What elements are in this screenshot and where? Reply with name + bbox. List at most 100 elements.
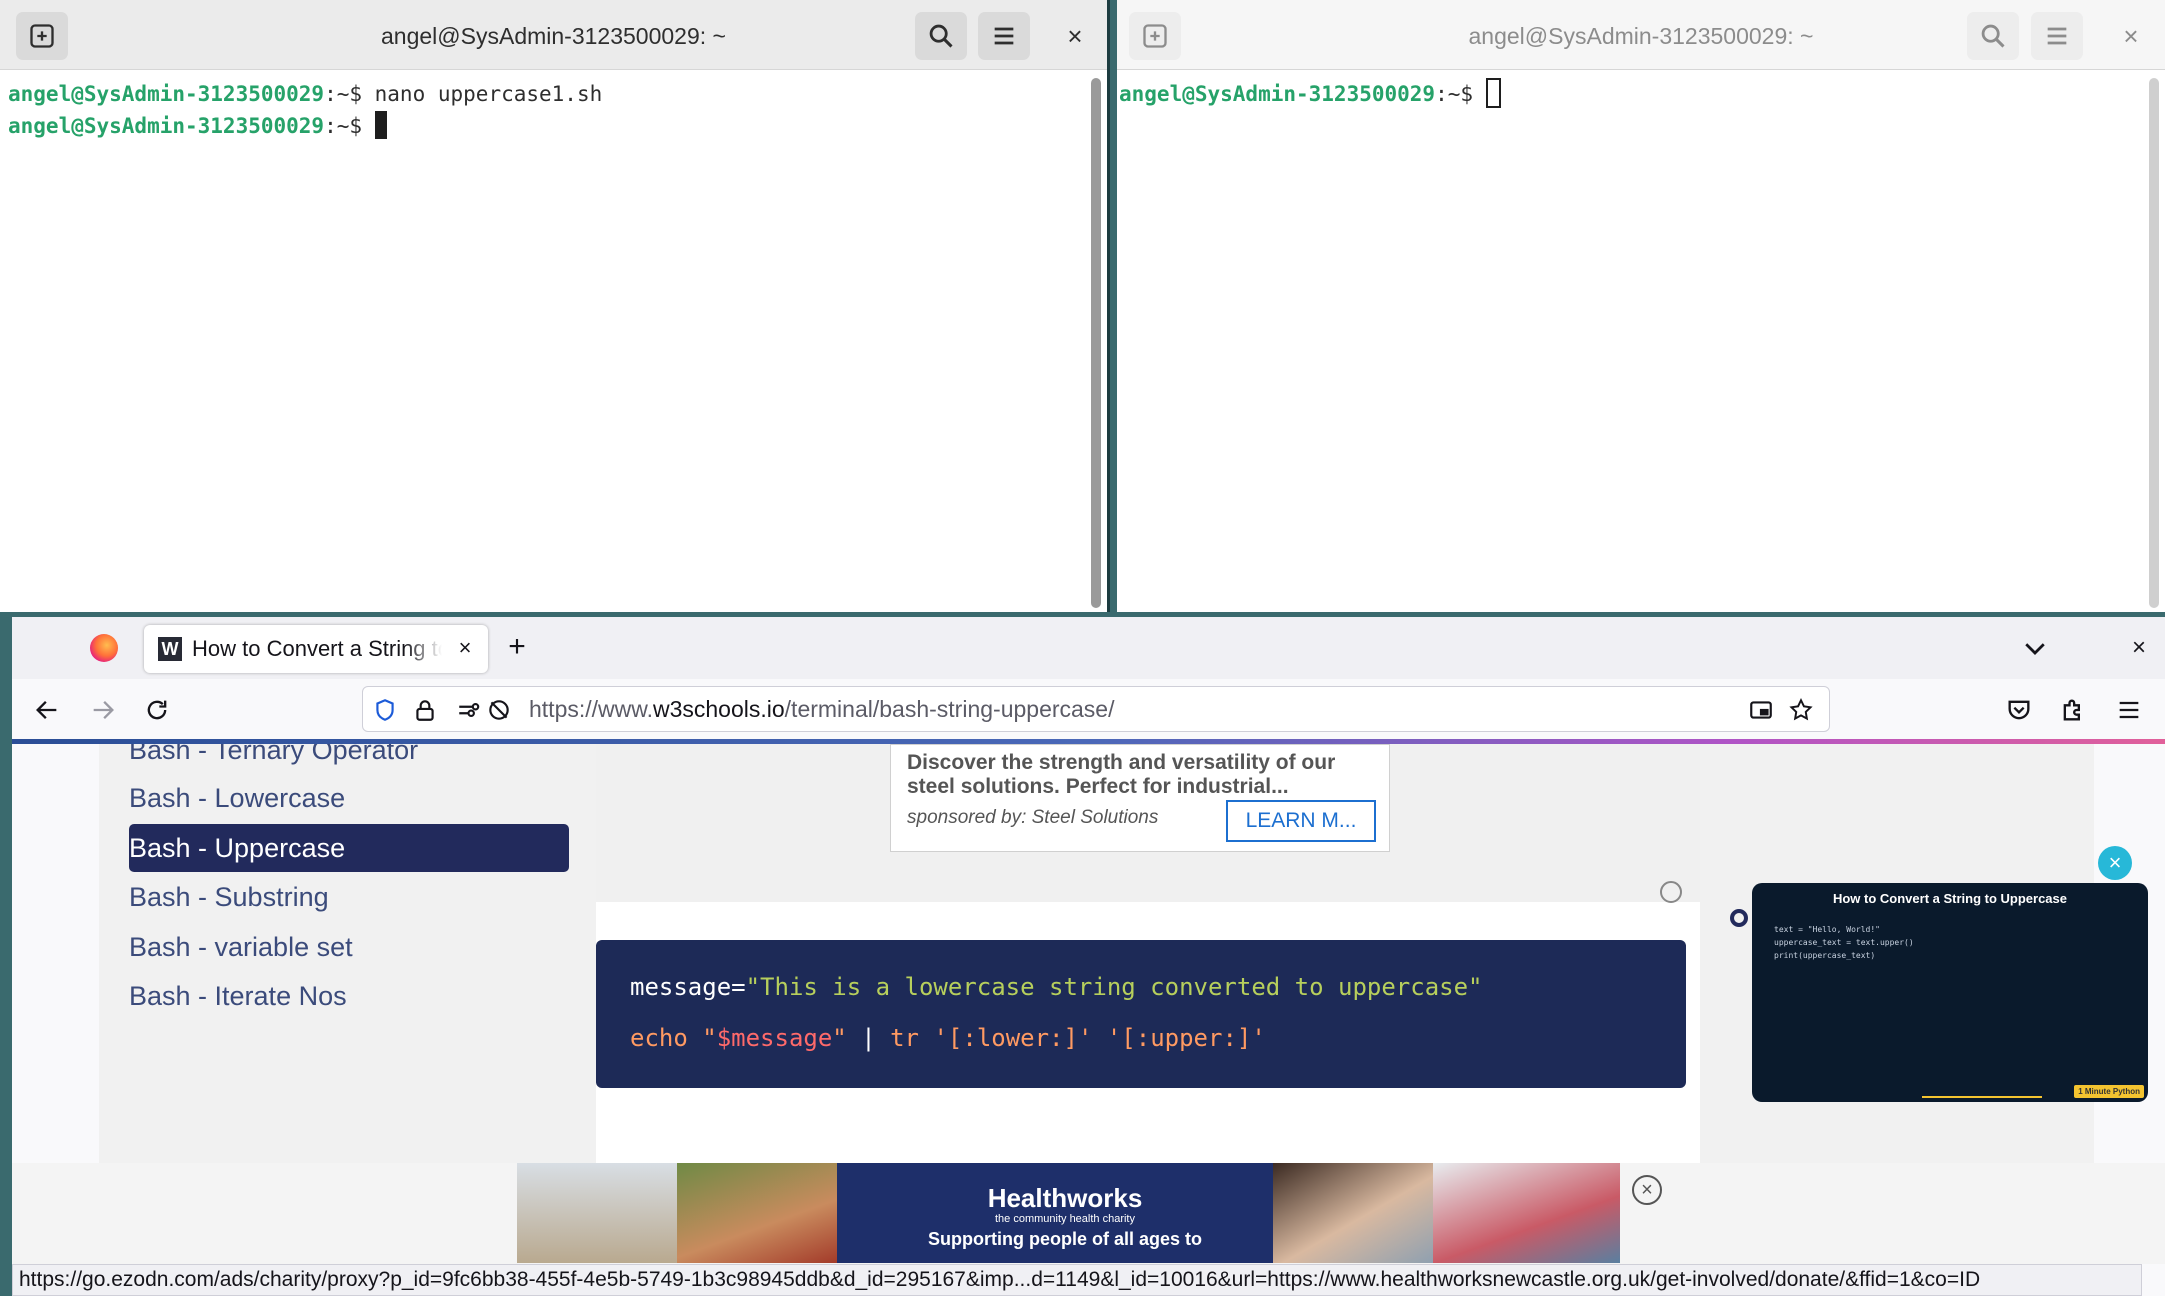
terminal-window-left[interactable]: angel@SysAdmin-3123500029: ~ × angel@Sys… xyxy=(0,0,1110,612)
pocket-button[interactable] xyxy=(2002,693,2036,727)
prompt-suffix: :~$ xyxy=(1435,82,1486,106)
sidebar-item-substring[interactable]: Bash - Substring xyxy=(129,873,569,921)
banner-photo xyxy=(677,1163,837,1263)
terminal-line: angel@SysAdmin-3123500029:~$ xyxy=(8,110,1099,142)
video-badge: 1 Minute Python xyxy=(2074,1085,2144,1098)
tab-active[interactable]: W How to Convert a String to Uppercase × xyxy=(144,625,488,673)
terminal-output[interactable]: angel@SysAdmin-3123500029:~$ xyxy=(1117,71,2165,612)
scrollbar[interactable] xyxy=(1091,78,1101,608)
ad-choices-icon[interactable] xyxy=(1660,881,1682,903)
url-host: w3schools.io xyxy=(652,696,785,722)
search-icon xyxy=(1981,24,2005,48)
sidebar-item-iterate-nos[interactable]: Bash - Iterate Nos xyxy=(129,972,569,1020)
url-prefix: https://www. xyxy=(529,696,653,722)
arrow-right-icon xyxy=(93,701,114,719)
new-tab-icon xyxy=(30,24,54,48)
lock-icon[interactable] xyxy=(411,696,439,724)
firefox-logo-icon[interactable] xyxy=(90,634,118,662)
terminal-window-right[interactable]: angel@SysAdmin-3123500029: ~ × angel@Sys… xyxy=(1117,0,2165,612)
banner-subtitle: the community health charity xyxy=(994,1213,1135,1225)
hamburger-menu-icon xyxy=(994,27,1014,45)
sidebar-item-uppercase[interactable]: Bash - Uppercase xyxy=(129,824,569,872)
url-path: /terminal/bash-string-uppercase/ xyxy=(784,696,1115,722)
permissions-icon[interactable] xyxy=(455,696,483,724)
banner-brand: Healthworks xyxy=(987,1183,1143,1213)
video-title: How to Convert a String to Uppercase xyxy=(1832,891,2068,906)
reload-button[interactable] xyxy=(140,693,174,727)
ad-learn-more-button[interactable]: LEARN M... xyxy=(1226,800,1376,842)
window-close-button[interactable]: × xyxy=(2122,631,2156,665)
banner-photo xyxy=(1273,1163,1433,1263)
close-button[interactable]: × xyxy=(1057,18,1093,54)
terminal-titlebar[interactable]: angel@SysAdmin-3123500029: ~ × xyxy=(0,0,1107,70)
scrollbar[interactable] xyxy=(2149,78,2159,608)
menu-button[interactable] xyxy=(2031,12,2083,60)
new-tab-button[interactable]: + xyxy=(500,631,534,665)
tab-title: How to Convert a String to Uppercase xyxy=(192,636,442,661)
sidebar-item-lowercase[interactable]: Bash - Lowercase xyxy=(129,774,569,822)
prompt-user: angel@SysAdmin-3123500029 xyxy=(1119,82,1436,106)
banner-text: Supporting people of all ages to xyxy=(927,1229,1202,1249)
arrow-left-icon xyxy=(36,701,57,719)
ad-footer-strip xyxy=(596,858,1700,902)
sponsored-ad[interactable]: Discover the strength and versatility of… xyxy=(890,744,1390,852)
search-button[interactable] xyxy=(1967,12,2019,60)
back-button[interactable] xyxy=(30,693,64,727)
code-block[interactable]: message="This is a lowercase string conv… xyxy=(596,940,1686,1088)
bottom-banner-ad: Healthworks the community health charity… xyxy=(12,1163,2165,1264)
code-line-1: message="This is a lowercase string conv… xyxy=(630,973,1483,1001)
healthworks-banner[interactable]: Healthworks the community health charity… xyxy=(517,1163,1620,1263)
video-progress-bar[interactable] xyxy=(1922,1096,2042,1098)
tracking-protection-icon[interactable] xyxy=(485,696,513,724)
browser-window[interactable]: W How to Convert a String to Uppercase ×… xyxy=(12,617,2165,1296)
menu-button[interactable] xyxy=(978,12,1030,60)
terminal-line: angel@SysAdmin-3123500029:~$ nano upperc… xyxy=(8,78,1099,110)
video-drag-handle[interactable] xyxy=(1730,909,1748,927)
w3schools-favicon-icon: W xyxy=(158,637,182,661)
new-tab-icon xyxy=(1143,24,1167,48)
banner-close-button[interactable]: × xyxy=(1632,1175,1662,1205)
hamburger-menu-icon xyxy=(2047,27,2067,45)
video-close-button[interactable]: × xyxy=(2098,846,2132,880)
forward-button[interactable] xyxy=(86,693,120,727)
prompt-suffix: :~$ xyxy=(324,114,375,138)
ad-sponsor: sponsored by: Steel Solutions xyxy=(907,807,1159,828)
ad-description: Discover the strength and versatility of… xyxy=(907,751,1336,798)
sidebar-item-ternary[interactable]: Bash - Ternary Operator xyxy=(129,744,569,774)
extensions-button[interactable] xyxy=(2056,693,2090,727)
pocket-icon xyxy=(2008,700,2030,720)
search-icon xyxy=(929,24,953,48)
floating-video-player[interactable]: How to Convert a String to Uppercase tex… xyxy=(1752,883,2148,1102)
navigation-toolbar: https://www.w3schools.io/terminal/bash-s… xyxy=(12,679,2165,739)
link-status-bar: https://go.ezodn.com/ads/charity/proxy?p… xyxy=(12,1264,2142,1296)
text-cursor xyxy=(374,111,387,139)
terminal-output[interactable]: angel@SysAdmin-3123500029 :~$ nano upperc… xyxy=(0,71,1107,612)
picture-in-picture-icon[interactable] xyxy=(1747,696,1775,724)
command-text: :~$ nano uppercase1.sh xyxy=(324,82,603,106)
terminal-line: angel@SysAdmin-3123500029:~$ xyxy=(1119,78,2157,110)
tab-bar: W How to Convert a String to Uppercase ×… xyxy=(12,617,2165,679)
prompt-user: angel@SysAdmin-3123500029 xyxy=(8,114,325,138)
text-cursor xyxy=(1485,78,1501,108)
url-text[interactable]: https://www.w3schools.io/terminal/bash-s… xyxy=(529,687,1115,731)
bookmark-star-icon[interactable] xyxy=(1787,696,1815,724)
url-bar[interactable]: https://www.w3schools.io/terminal/bash-s… xyxy=(362,686,1830,732)
web-page[interactable]: Bash - Ternary Operator Bash - Lowercase… xyxy=(12,744,2165,1264)
shield-icon[interactable] xyxy=(371,696,399,724)
new-tab-button[interactable] xyxy=(1129,12,1181,60)
app-menu-button[interactable] xyxy=(2112,693,2146,727)
banner-photo xyxy=(517,1163,677,1263)
new-tab-button[interactable] xyxy=(16,12,68,60)
video-code: text = "Hello, World!" uppercase_text = … xyxy=(1774,925,1914,960)
close-button[interactable]: × xyxy=(2113,18,2149,54)
hamburger-menu-icon xyxy=(2119,701,2139,719)
sidebar-item-variable-set[interactable]: Bash - variable set xyxy=(129,923,569,971)
banner-center: Healthworks the community health charity… xyxy=(857,1163,1273,1263)
tab-close-button[interactable]: × xyxy=(452,635,478,661)
search-button[interactable] xyxy=(915,12,967,60)
chevron-down-icon xyxy=(2025,643,2045,655)
code-line-2: echo "$message" | tr '[:lower:]' '[:uppe… xyxy=(630,1024,1266,1052)
ad-container: Discover the strength and versatility of… xyxy=(596,744,1700,858)
list-all-tabs-button[interactable] xyxy=(2020,633,2050,663)
terminal-titlebar[interactable]: angel@SysAdmin-3123500029: ~ × xyxy=(1117,0,2165,70)
